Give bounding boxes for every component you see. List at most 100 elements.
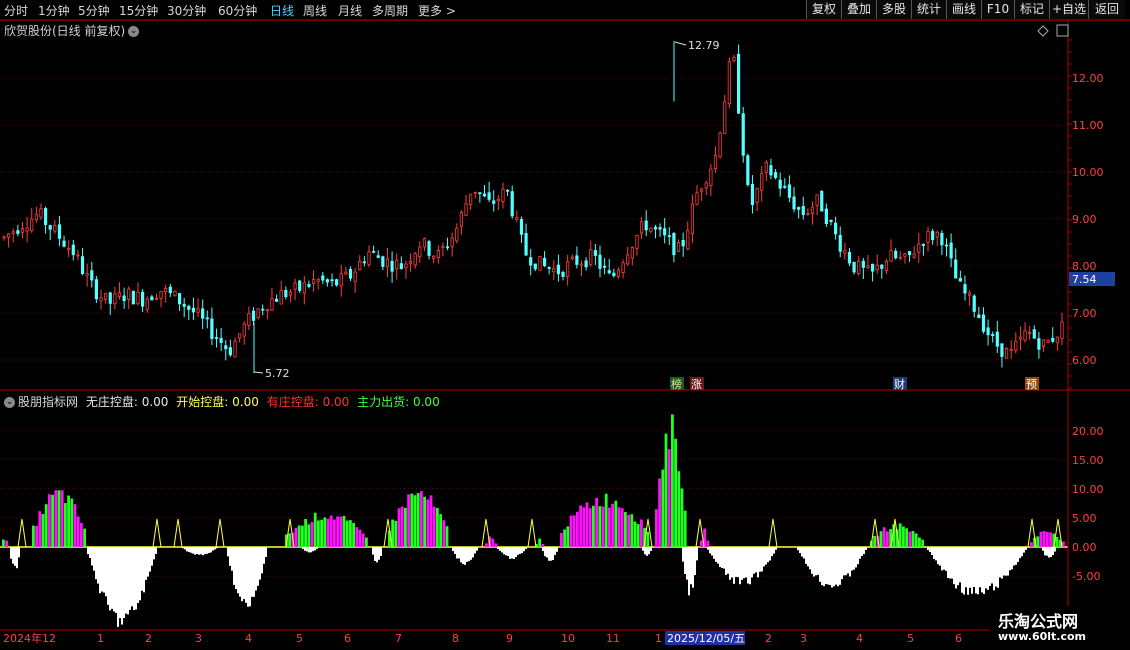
indicator-neg-bar [216,547,218,549]
candle-body [459,212,463,227]
price-tick: 7.00 [1072,307,1097,320]
chevron-down-icon[interactable]: ⌄ [4,397,15,408]
indicator-bar [416,493,420,547]
candle-body [861,260,865,268]
candle-body [385,258,390,268]
diamond-icon[interactable] [1037,25,1049,37]
candle-body [501,188,505,202]
indicator-neg-bar [947,547,949,578]
indicator-neg-bar [499,547,501,551]
candle-body [450,237,454,247]
indicator-tick: 10.00 [1072,483,1104,496]
candle-body [926,230,930,243]
indicator-neg-bar [989,547,991,586]
candle-body [168,286,172,294]
candle-body [302,282,306,294]
indicator-bar [313,512,317,547]
indicator-bar [432,506,436,547]
indicator-neg-bar [997,547,999,588]
indicator-neg-bar [713,547,715,559]
indicator-neg-bar [474,547,476,554]
candle-body [1014,340,1018,351]
indicator-neg-bar [941,547,943,571]
price-tick: 6.00 [1072,354,1097,367]
indicator-neg-bar [548,547,550,561]
indicator-bar [898,523,902,547]
indicator-bar [317,520,320,547]
event-marker-list[interactable]: 榜 涨 财 预 [670,377,1039,391]
candle-body [931,231,935,241]
indicator-neg-bar [815,547,817,576]
candle-body [723,101,727,135]
candle-body [727,61,731,105]
indicator-neg-bar [817,547,819,575]
candle-body [778,179,782,189]
indicator-neg-bar [517,547,519,555]
candle-body [164,288,168,293]
indicator-neg-bar [10,547,12,559]
indicator-bar [921,539,924,547]
candle-body [427,241,431,256]
indicator-neg-bar [18,547,20,558]
indicator-bar [579,505,582,547]
indicator-bar [671,414,674,547]
indicator-bar [585,502,589,547]
candle-body [949,242,953,259]
candle-body [270,298,274,311]
indicator-neg-bar [827,547,829,585]
indicator-neg-bar [111,547,113,609]
time-label: 4 [245,632,252,645]
indicator-bar [627,514,630,547]
candle-body [57,224,62,239]
candle-body [852,261,856,273]
indicator-neg-bar [115,547,117,613]
candle-body [1004,347,1009,359]
time-label: 10 [561,632,575,645]
candle-body [838,235,842,252]
candle-body [954,259,958,279]
candle-body [464,203,468,216]
candle-body [533,263,537,270]
candle-body [810,206,815,214]
indicator-neg-bar [861,547,863,556]
kline-chart[interactable]: 12.79 5.72 7.54 12.00 11.00 10.00 9.00 8… [0,0,1130,650]
indicator-neg-bar [105,547,107,597]
candle-body [307,284,311,287]
candle-body [718,132,722,158]
indicator-neg-bar [259,547,261,580]
candle-body [690,203,694,234]
event-marker-finance[interactable]: 财 [894,377,905,391]
candle-body [579,263,584,266]
indicator-neg-bar [542,547,544,552]
time-label: 7 [395,632,402,645]
indicator-neg-bar [452,547,454,552]
indicator-neg-bar [1052,547,1054,556]
indicator-neg-bar [733,547,735,584]
event-marker-rank[interactable]: 榜 [671,377,682,391]
indicator-neg-bar [694,547,696,576]
indicator-neg-bar [1021,547,1023,557]
indicator-bar [646,531,650,547]
candle-body [917,243,921,253]
candle-body [755,188,759,203]
indicator-neg-bar [993,547,995,591]
indicator-neg-bar [202,547,204,556]
indicator-item-label: 有庄控盘: [266,395,319,409]
indicator-bar [420,491,423,547]
indicator-bar [914,533,918,547]
indicator-header[interactable]: ⌄ 股朋指标网 无庄控盘: 0.00 开始控盘: 0.00 有庄控盘: 0.00 … [4,393,440,410]
event-marker-limitup[interactable]: 涨 [691,378,702,391]
candle-body [944,244,949,247]
indicator-neg-bar [208,547,210,554]
indicator-bar [349,520,352,547]
candle-body [247,313,251,326]
indicator-bar [624,511,627,547]
candle-body [224,345,228,350]
candle-body [658,227,662,230]
candle-body [972,295,976,312]
panel-toggle-icon[interactable] [1056,24,1069,37]
candle-body [940,232,944,246]
indicator-neg-bar [805,547,807,564]
candle-body [399,263,403,270]
event-marker-forecast[interactable]: 预 [1026,378,1037,391]
